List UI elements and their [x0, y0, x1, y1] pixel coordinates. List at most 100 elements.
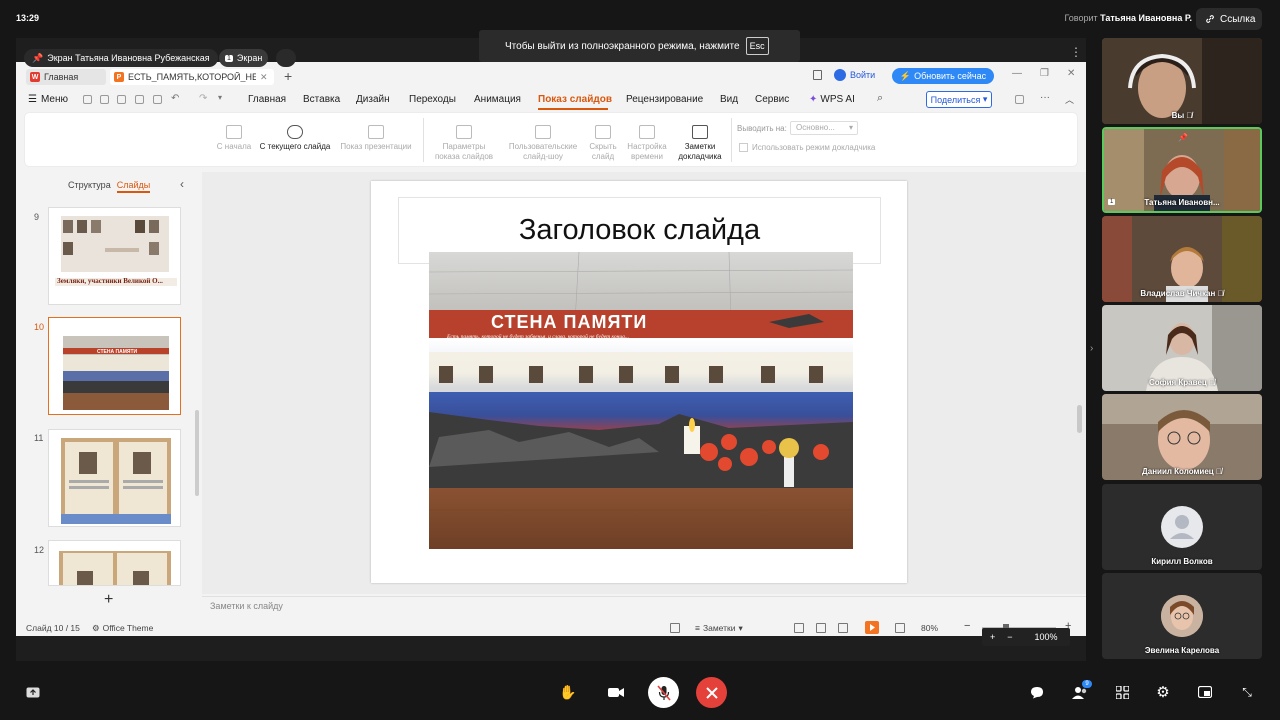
- slide-number: 10: [34, 322, 45, 332]
- slide-thumbnail-11[interactable]: [48, 429, 181, 527]
- close-tab-icon[interactable]: ✕: [260, 72, 268, 83]
- share-button[interactable]: Поделиться ▾: [926, 91, 992, 108]
- theme-indicator[interactable]: ⚙ Office Theme: [92, 623, 153, 634]
- menu-insert[interactable]: Вставка: [303, 94, 340, 105]
- layout-grid-button[interactable]: [1107, 677, 1137, 707]
- close-window-icon[interactable]: ✕: [1067, 68, 1075, 79]
- play-slideshow-icon[interactable]: [865, 621, 879, 634]
- menu-slideshow[interactable]: Показ слайдов: [538, 94, 612, 105]
- chat-button[interactable]: [1022, 677, 1052, 707]
- window-layout-icon[interactable]: [813, 70, 822, 80]
- avatar: [1161, 506, 1203, 548]
- tab-home-label: Главная: [44, 72, 79, 82]
- update-now-button[interactable]: ⚡ Обновить сейчас: [892, 68, 994, 84]
- from-start-label: С начала: [216, 142, 252, 151]
- camera-button[interactable]: [601, 677, 631, 707]
- slide-title[interactable]: Заголовок слайда: [398, 214, 881, 247]
- collapse-pane-icon[interactable]: ‹: [180, 177, 184, 191]
- menu-animation[interactable]: Анимация: [474, 94, 521, 105]
- share-more-icon[interactable]: ⋮: [1070, 45, 1082, 59]
- print-icon[interactable]: [135, 95, 144, 104]
- share-screen-toggle[interactable]: [18, 677, 48, 707]
- tab-home[interactable]: W Главная: [26, 69, 106, 85]
- speaker-notes-button[interactable]: Заметки докладчика: [674, 125, 726, 162]
- restore-icon[interactable]: ❐: [1040, 68, 1049, 79]
- picture-in-picture-button[interactable]: [1190, 677, 1220, 707]
- slideshow-settings-button[interactable]: Параметры показа слайдов: [428, 125, 500, 162]
- microphone-button[interactable]: [648, 677, 679, 708]
- participant-tile[interactable]: Даниил Коломиец 🎙̸: [1102, 394, 1262, 480]
- slide-10-caption: СТЕНА ПАМЯТИ: [97, 349, 138, 355]
- participant-tile[interactable]: Владислав Чичкан 🎙̸: [1102, 216, 1262, 302]
- main-menu-button[interactable]: ☰ Меню: [28, 94, 68, 105]
- comment-icon[interactable]: [1015, 95, 1024, 104]
- tab-outline[interactable]: Структура: [68, 180, 111, 193]
- from-current-slide-button[interactable]: С текущего слайда: [257, 125, 333, 152]
- search-icon[interactable]: ⌕: [877, 92, 883, 105]
- save-icon[interactable]: [100, 95, 109, 104]
- normal-view-icon[interactable]: [794, 623, 804, 633]
- present-show-button[interactable]: Показ презентации: [336, 125, 416, 152]
- custom-slideshow-button[interactable]: Пользовательские слайд-шоу: [503, 125, 583, 162]
- slide-notes-field[interactable]: Заметки к слайду: [202, 596, 1086, 618]
- zoom-in-icon[interactable]: +: [990, 632, 995, 642]
- menu-design[interactable]: Дизайн: [356, 94, 390, 105]
- from-start-button[interactable]: С начала: [215, 125, 253, 152]
- hide-slide-button[interactable]: Скрыть слайд: [584, 125, 622, 162]
- chevron-right-icon[interactable]: ›: [1090, 343, 1093, 354]
- fit-icon[interactable]: [670, 623, 680, 633]
- menu-review[interactable]: Рецензирование: [626, 94, 703, 105]
- slide-thumbnail-12[interactable]: [48, 540, 181, 586]
- canvas-scrollbar[interactable]: [1077, 405, 1082, 433]
- zoom-out-icon[interactable]: −: [1007, 632, 1012, 642]
- esc-key: Esc: [745, 37, 769, 55]
- chevron-down-icon: ▾: [982, 94, 988, 104]
- minimize-icon[interactable]: —: [1012, 68, 1022, 79]
- quick-access-dropdown-icon[interactable]: ▾: [218, 93, 222, 102]
- end-call-button[interactable]: [696, 677, 727, 708]
- fit-to-window-icon[interactable]: [895, 623, 905, 633]
- reading-view-icon[interactable]: [838, 623, 848, 633]
- collapse-ribbon-icon[interactable]: ︿: [1065, 93, 1074, 106]
- menu-home[interactable]: Главная: [248, 94, 286, 105]
- notes-toggle[interactable]: ≡ Заметки ▾: [695, 623, 743, 634]
- redo-icon[interactable]: ↷: [199, 93, 207, 104]
- exit-fullscreen-button[interactable]: ⤡: [1232, 677, 1262, 707]
- participant-tile[interactable]: Вы 🎙̸: [1102, 38, 1262, 124]
- screen-share-icon: [26, 687, 40, 697]
- tab-document[interactable]: P ЕСТЬ_ПАМЯТЬ,КОТОРОЙ_НЕ ✕: [110, 69, 274, 85]
- participant-tile[interactable]: София Кравец 🎙̸: [1102, 305, 1262, 391]
- tab-slides[interactable]: Слайды: [116, 180, 151, 193]
- slide-photo-memorial-wall[interactable]: СТЕНА ПАМЯТИ Есть память, которой не буд…: [429, 252, 853, 549]
- raise-hand-button[interactable]: ✋: [553, 677, 583, 707]
- participant-tile[interactable]: Эвелина Карелова: [1102, 573, 1262, 659]
- pin-icon[interactable]: 📌: [1178, 133, 1188, 142]
- zoom-overlay: + − 100%: [982, 628, 1070, 646]
- menu-view[interactable]: Вид: [720, 94, 738, 105]
- menu-wps-ai[interactable]: ✦ WPS AI: [809, 94, 855, 105]
- output-monitor-select[interactable]: Основно... ▾: [790, 121, 858, 135]
- export-icon[interactable]: [153, 95, 162, 104]
- add-slide-button[interactable]: +: [104, 591, 113, 609]
- more-options-icon[interactable]: ···: [1040, 92, 1050, 103]
- slide-sorter-icon[interactable]: [816, 623, 826, 633]
- new-tab-button[interactable]: +: [284, 68, 292, 84]
- participant-tile[interactable]: Кирилл Волков: [1102, 484, 1262, 570]
- format-painter-icon[interactable]: [117, 95, 126, 104]
- main-menu-label: Меню: [40, 94, 68, 105]
- menu-transitions[interactable]: Переходы: [409, 94, 456, 105]
- participant-tile[interactable]: 1 📌 Татьяна Ивановн...: [1102, 127, 1262, 213]
- slide-thumbnail-10[interactable]: СТЕНА ПАМЯТИ: [48, 317, 181, 415]
- copy-link-button[interactable]: Ссылка: [1196, 8, 1262, 30]
- settings-button[interactable]: ⚙: [1148, 677, 1178, 707]
- undo-icon[interactable]: ↶: [171, 93, 179, 104]
- folder-icon[interactable]: [83, 95, 92, 104]
- menu-tools[interactable]: Сервис: [755, 94, 789, 105]
- zoom-level[interactable]: 80%: [921, 623, 938, 633]
- presenter-mode-checkbox[interactable]: Использовать режим докладчика: [739, 143, 875, 152]
- zoom-out-icon[interactable]: −: [964, 620, 970, 632]
- rehearse-timing-button[interactable]: Настройка времени: [623, 125, 671, 162]
- thumbnail-scrollbar[interactable]: [195, 410, 199, 496]
- login-button[interactable]: Войти: [834, 69, 875, 81]
- slide-thumbnail-9[interactable]: Земляки, участники Великой О...: [48, 207, 181, 305]
